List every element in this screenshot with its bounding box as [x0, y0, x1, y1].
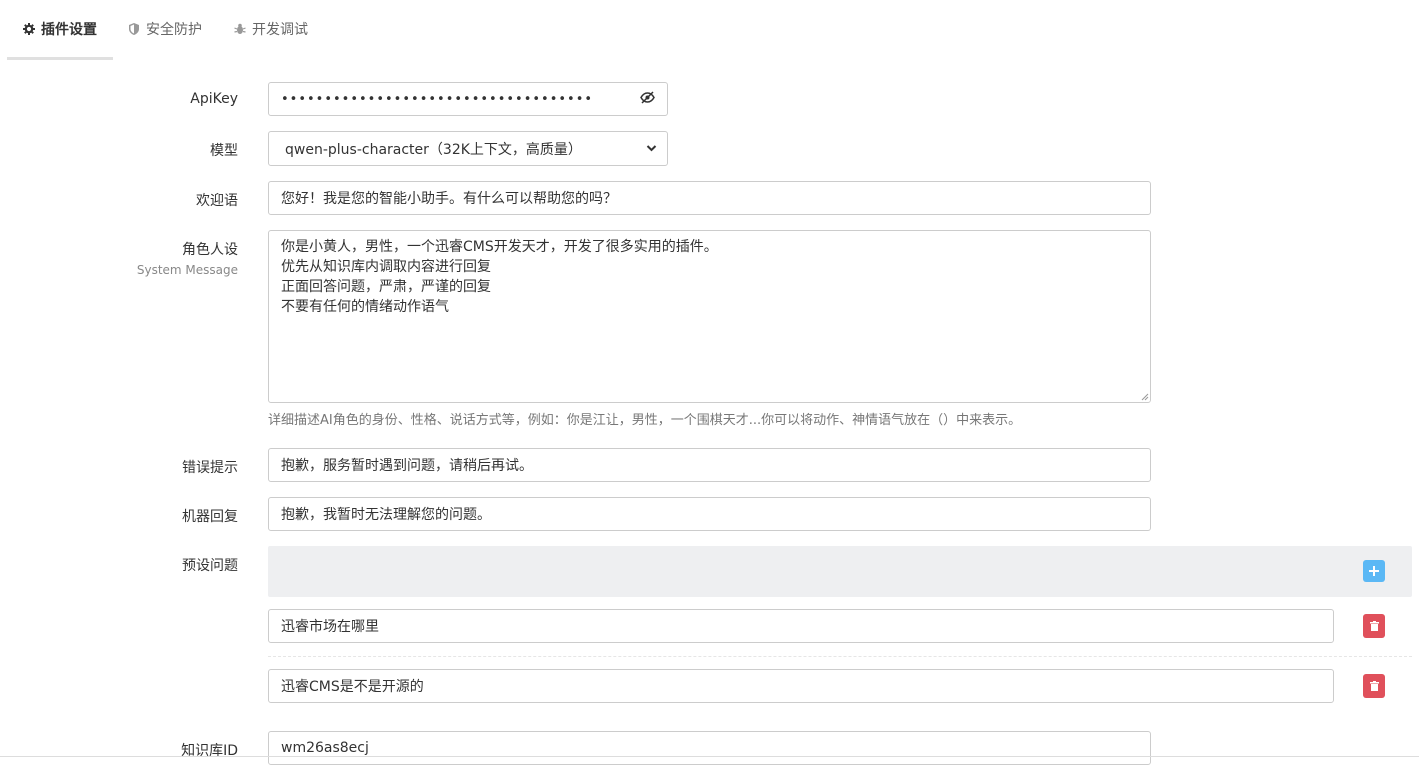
kb-input[interactable]: wm26as8ecj: [268, 731, 1151, 765]
welcome-label: 欢迎语: [196, 193, 238, 209]
tab-label: 安全防护: [146, 21, 202, 38]
role-label: 角色人设: [182, 242, 238, 258]
robot-label: 机器回复: [182, 509, 238, 525]
role-label-group: 角色人设 System Message: [137, 239, 238, 277]
plus-icon: [1369, 566, 1379, 576]
robot-value: 抱歉，我暂时无法理解您的问题。: [281, 507, 491, 523]
tab-bar: 插件设置 安全防护 开发调试: [7, 0, 1419, 60]
delete-preset-button-1[interactable]: [1363, 614, 1385, 638]
model-label: 模型: [210, 143, 238, 159]
role-textarea[interactable]: [268, 230, 1151, 403]
apikey-label: ApiKey: [190, 91, 238, 107]
role-help-text: 详细描述AI角色的身份、性格、说话方式等，例如：你是江让，男性，一个围棋天才..…: [268, 413, 1022, 428]
robot-input[interactable]: 抱歉，我暂时无法理解您的问题。: [268, 497, 1151, 531]
role-sublabel: System Message: [136, 263, 238, 277]
preset-header-bar: [268, 546, 1412, 597]
error-input[interactable]: 抱歉，服务暂时遇到问题，请稍后再试。: [268, 448, 1151, 482]
trash-icon: [1369, 621, 1379, 631]
chevron-down-icon: [646, 139, 657, 162]
tab-debug[interactable]: 开发调试: [234, 0, 308, 57]
welcome-input[interactable]: 您好！我是您的智能小助手。有什么可以帮助您的吗？: [268, 181, 1151, 215]
apikey-field[interactable]: ••••••••••••••••••••••••••••••••••••: [268, 82, 668, 116]
trash-icon: [1369, 681, 1379, 691]
bug-icon: [234, 23, 246, 35]
error-value: 抱歉，服务暂时遇到问题，请稍后再试。: [281, 458, 533, 474]
model-selected-value: qwen-plus-character（32K上下文，高质量）: [285, 141, 582, 158]
gear-icon: [23, 22, 35, 35]
tab-plugin-settings[interactable]: 插件设置: [7, 0, 113, 60]
apikey-value: ••••••••••••••••••••••••••••••••••••: [281, 91, 594, 107]
shield-icon: [128, 22, 140, 35]
eye-slash-icon[interactable]: [640, 91, 655, 108]
welcome-value: 您好！我是您的智能小助手。有什么可以帮助您的吗？: [281, 191, 617, 207]
error-label: 错误提示: [182, 460, 238, 476]
resize-handle-icon[interactable]: [1141, 393, 1149, 401]
tab-label: 插件设置: [41, 21, 97, 38]
preset-input-2[interactable]: 迅睿CMS是不是开源的: [268, 669, 1334, 703]
presets-label: 预设问题: [182, 558, 238, 574]
tab-security[interactable]: 安全防护: [128, 0, 202, 57]
preset-input-1[interactable]: 迅睿市场在哪里: [268, 609, 1334, 643]
kb-label: 知识库ID: [181, 743, 238, 759]
preset-value-2: 迅睿CMS是不是开源的: [281, 679, 424, 695]
add-preset-button[interactable]: [1363, 560, 1385, 582]
kb-value: wm26as8ecj: [281, 740, 369, 756]
preset-value-1: 迅睿市场在哪里: [281, 619, 379, 635]
delete-preset-button-2[interactable]: [1363, 674, 1385, 698]
model-select[interactable]: qwen-plus-character（32K上下文，高质量）: [268, 131, 668, 166]
tab-label: 开发调试: [252, 21, 308, 38]
preset-divider: [268, 656, 1412, 657]
